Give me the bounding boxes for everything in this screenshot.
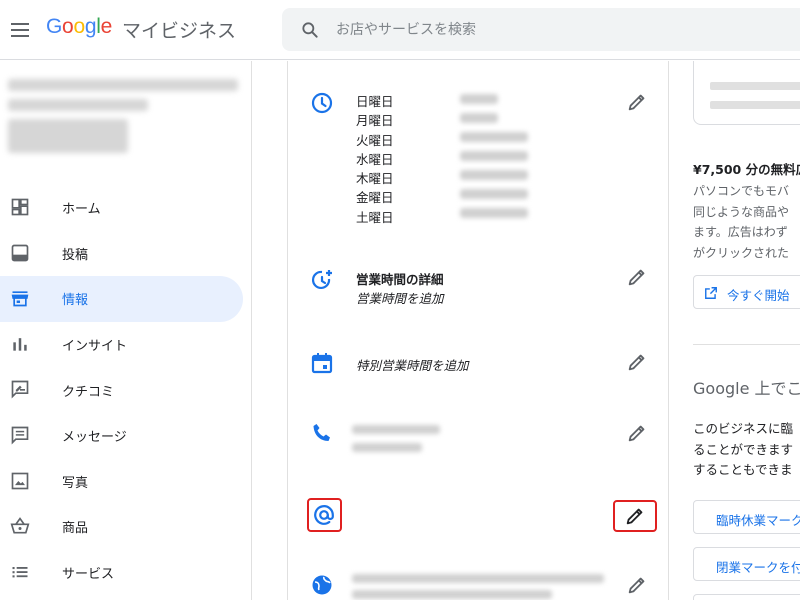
email-row[interactable]: [288, 497, 670, 537]
right-panel: ¥7,500 分の無料広 パソコンでもモバ 同じような商品や ます。広告はわず …: [669, 61, 800, 600]
search-bar[interactable]: [282, 8, 800, 51]
placeholder-bar: [710, 82, 800, 90]
storefront-icon: [11, 291, 29, 307]
sidebar-item-label: ホーム: [62, 202, 101, 218]
search-input[interactable]: [336, 8, 776, 51]
clock-icon: [311, 92, 333, 114]
day-label: 月曜日: [356, 113, 394, 129]
edit-website-pencil-icon[interactable]: [626, 574, 648, 596]
promo-line: パソコンでもモバ: [693, 184, 790, 198]
divider: [693, 344, 800, 345]
product-name: マイビジネス: [122, 20, 237, 42]
hours-detail-row[interactable]: 営業時間の詳細 営業時間を追加: [288, 256, 670, 316]
sidebar-item-info[interactable]: 情報: [0, 276, 243, 322]
phone-row[interactable]: [288, 416, 670, 461]
sidebar-item-photos[interactable]: 写真: [0, 459, 243, 505]
basket-icon: [10, 517, 30, 534]
bar-chart-icon: [13, 337, 27, 351]
search-icon[interactable]: [300, 20, 320, 40]
phone-number-redacted: [352, 443, 422, 452]
hours-detail-title: 営業時間の詳細: [356, 272, 444, 287]
business-name-redacted: [8, 79, 238, 161]
sidebar-item-label: 情報: [62, 293, 89, 309]
message-icon: [11, 426, 29, 445]
website-url-redacted: [352, 574, 604, 583]
google-presence-text: このビジネスに臨 ることができます することもできま: [693, 419, 793, 481]
edit-special-hours-pencil-icon[interactable]: [626, 351, 648, 373]
opening-hours-days: 日曜日 月曜日 火曜日 水曜日 木曜日 金曜日 土曜日: [356, 92, 394, 227]
top-app-bar: Google マイビジネス: [0, 0, 800, 60]
sidebar-item-label: サービス: [62, 567, 115, 583]
day-label: 日曜日: [356, 94, 394, 109]
sidebar-item-label: 写真: [62, 475, 89, 491]
globe-icon: [312, 575, 332, 595]
temp-closed-label: 臨時休業マーク: [716, 513, 800, 528]
sidebar-nav: ホーム 投稿 情報 インサイト クチコミ メッセージ 写真 商品 サービス: [0, 185, 252, 595]
list-icon: [12, 566, 28, 578]
photo-icon: [11, 472, 29, 489]
edit-phone-pencil-icon[interactable]: [626, 422, 648, 444]
phone-icon: [313, 424, 330, 441]
sidebar-item-services[interactable]: サービス: [0, 550, 243, 596]
start-now-button[interactable]: 今すぐ開始: [693, 275, 800, 309]
day-label: 水曜日: [356, 151, 394, 167]
day-label: 火曜日: [356, 132, 394, 148]
sidebar-item-label: クチコミ: [62, 384, 115, 400]
sidebar-item-posts[interactable]: 投稿: [0, 231, 243, 277]
calendar-icon: [311, 353, 333, 374]
website-row[interactable]: [288, 566, 670, 600]
sidebar-item-home[interactable]: ホーム: [0, 185, 243, 231]
section-line: このビジネスに臨: [693, 421, 794, 436]
additional-button[interactable]: [693, 594, 800, 600]
add-special-hours-link[interactable]: 特別営業時間を追加: [356, 355, 469, 374]
at-sign-icon: [314, 505, 334, 525]
ad-promo-text: パソコンでもモバ 同じような商品や ます。広告はわず がクリックされた: [693, 181, 789, 263]
promo-line: 同じような商品や: [693, 204, 790, 219]
website-url-redacted: [352, 590, 552, 599]
closed-label: 閉業マークを付: [716, 560, 800, 575]
google-logo[interactable]: Google: [46, 15, 112, 39]
sidebar-item-products[interactable]: 商品: [0, 504, 243, 550]
section-line: ることができます: [693, 441, 794, 457]
phone-number-redacted: [352, 425, 440, 434]
section-line: することもできま: [693, 462, 793, 477]
sidebar-item-insights[interactable]: インサイト: [0, 322, 243, 368]
edit-hours-detail-pencil-icon[interactable]: [626, 266, 648, 288]
sidebar: ホーム 投稿 情報 インサイト クチコミ メッセージ 写真 商品 サービス: [0, 61, 252, 600]
start-now-label: 今すぐ開始: [727, 288, 790, 303]
google-presence-title: Google 上でこ: [693, 379, 800, 398]
add-hours-link[interactable]: 営業時間を追加: [356, 288, 444, 307]
dashboard-icon: [11, 198, 29, 216]
opening-hours-row[interactable]: 日曜日 月曜日 火曜日 水曜日 木曜日 金曜日 土曜日: [288, 61, 670, 241]
open-in-new-icon: [705, 287, 717, 299]
sidebar-item-label: メッセージ: [62, 430, 127, 446]
placeholder-bar: [710, 101, 800, 109]
sidebar-item-reviews[interactable]: クチコミ: [0, 367, 243, 413]
ad-promo-title: ¥7,500 分の無料広: [693, 162, 800, 177]
edit-email-pencil-icon[interactable]: [624, 505, 646, 527]
special-hours-row[interactable]: 特別営業時間を追加: [288, 343, 670, 383]
sidebar-item-label: 投稿: [62, 247, 89, 263]
sidebar-item-label: インサイト: [62, 339, 128, 355]
sidebar-item-label: 商品: [62, 521, 89, 537]
promo-line: ます。広告はわず: [693, 225, 788, 239]
day-label: 金曜日: [356, 190, 394, 206]
mark-permanently-closed-button[interactable]: 閉業マークを付: [693, 547, 800, 581]
mark-temporarily-closed-button[interactable]: 臨時休業マーク: [693, 500, 800, 534]
rate-review-icon: [11, 381, 29, 399]
sidebar-item-messages[interactable]: メッセージ: [0, 413, 243, 459]
edit-hours-pencil-icon[interactable]: [626, 91, 648, 113]
day-label: 土曜日: [356, 209, 394, 225]
promo-line: がクリックされた: [693, 245, 790, 260]
clock-add-icon: [311, 270, 332, 290]
summary-card: [693, 61, 800, 125]
info-panel: 日曜日 月曜日 火曜日 水曜日 木曜日 金曜日 土曜日 営業時間の詳細 営業時間…: [287, 61, 669, 600]
day-label: 木曜日: [356, 171, 394, 187]
posts-icon: [11, 244, 29, 261]
menu-icon[interactable]: [9, 19, 31, 41]
